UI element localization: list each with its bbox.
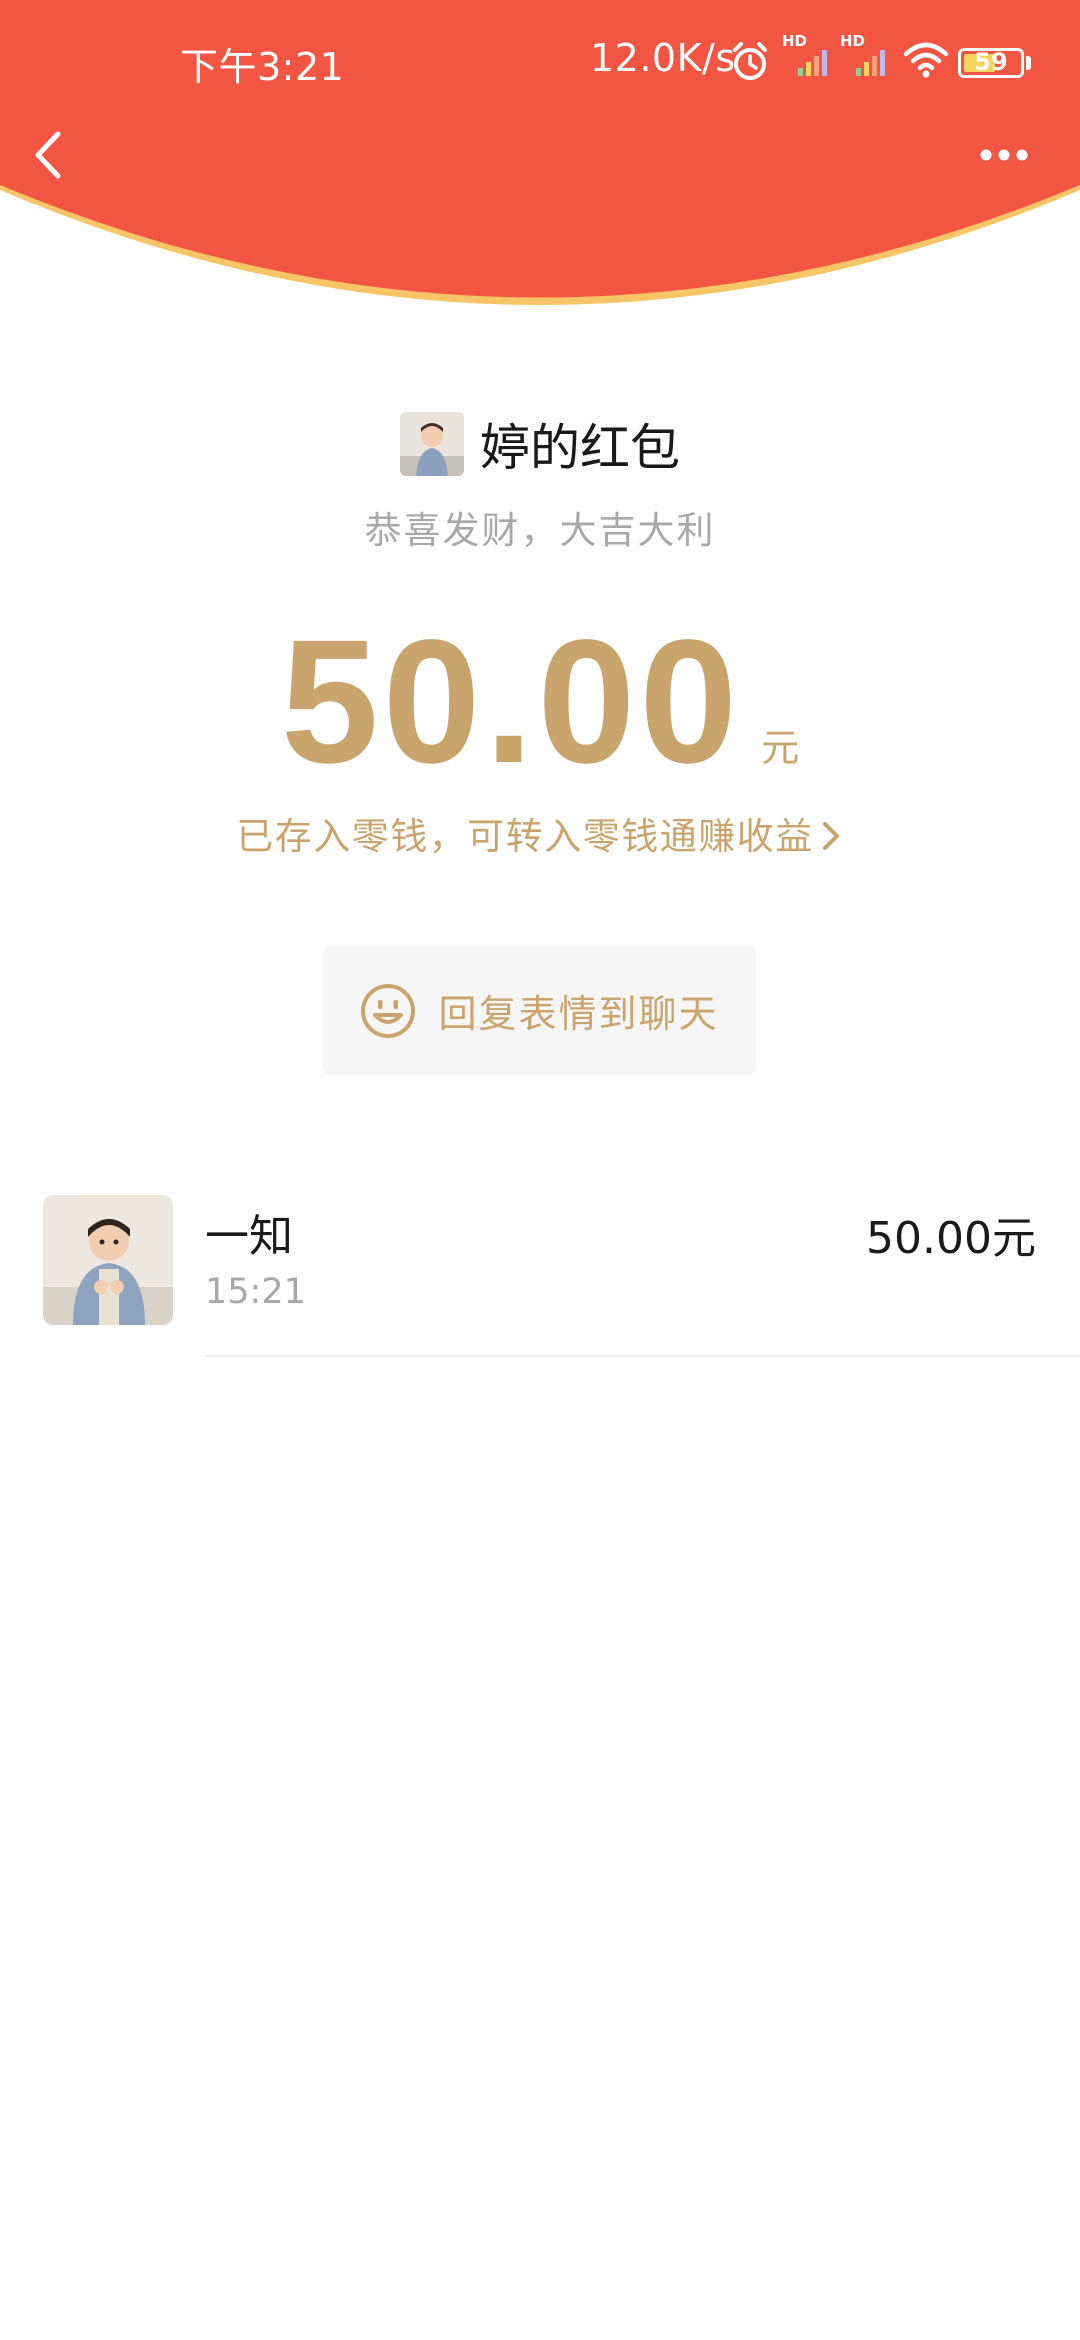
greeting-text: 恭喜发财，大吉大利 xyxy=(364,509,716,552)
signal-icon: HD xyxy=(840,32,890,80)
signal-icon: HD xyxy=(782,32,832,80)
battery-icon: 59 xyxy=(958,48,1024,78)
record-name: 一知 xyxy=(205,1211,293,1262)
status-bar: 下午3:21 12.0K/s HD HD 59 xyxy=(0,30,1080,94)
change-notice-text: 已存入零钱，可转入零钱通赚收益 xyxy=(236,815,814,858)
status-time: 下午3:21 xyxy=(180,45,345,89)
reply-sticker-button[interactable]: 回复表情到聊天 xyxy=(323,946,756,1075)
chevron-right-icon xyxy=(822,821,839,850)
sender-row: 婷的红包 xyxy=(0,408,1080,478)
more-dots-icon xyxy=(980,149,1028,161)
more-button[interactable] xyxy=(970,130,1050,180)
reply-label: 回复表情到聊天 xyxy=(438,992,719,1036)
list-item[interactable]: 一知 15:21 50.00元 xyxy=(0,1190,1080,1358)
back-button[interactable] xyxy=(24,120,84,190)
chevron-left-icon xyxy=(35,131,61,179)
change-notice-link[interactable]: 已存入零钱，可转入零钱通赚收益 xyxy=(0,806,1080,860)
wifi-icon xyxy=(903,42,949,78)
network-speed: 12.0K/s xyxy=(590,36,736,80)
avatar xyxy=(43,1195,173,1325)
list-divider xyxy=(205,1355,1080,1357)
record-time: 15:21 xyxy=(205,1272,306,1312)
record-amount: 50.00元 xyxy=(866,1213,1036,1264)
smiley-icon xyxy=(361,983,416,1038)
packet-title: 婷的红包 xyxy=(480,419,680,477)
amount-value: 50.00 xyxy=(280,604,742,800)
amount-row: 50.00 元 xyxy=(0,612,1080,792)
battery-level: 59 xyxy=(974,48,1008,76)
sender-avatar xyxy=(400,412,464,476)
alarm-icon xyxy=(733,42,767,80)
amount-unit: 元 xyxy=(761,726,800,770)
